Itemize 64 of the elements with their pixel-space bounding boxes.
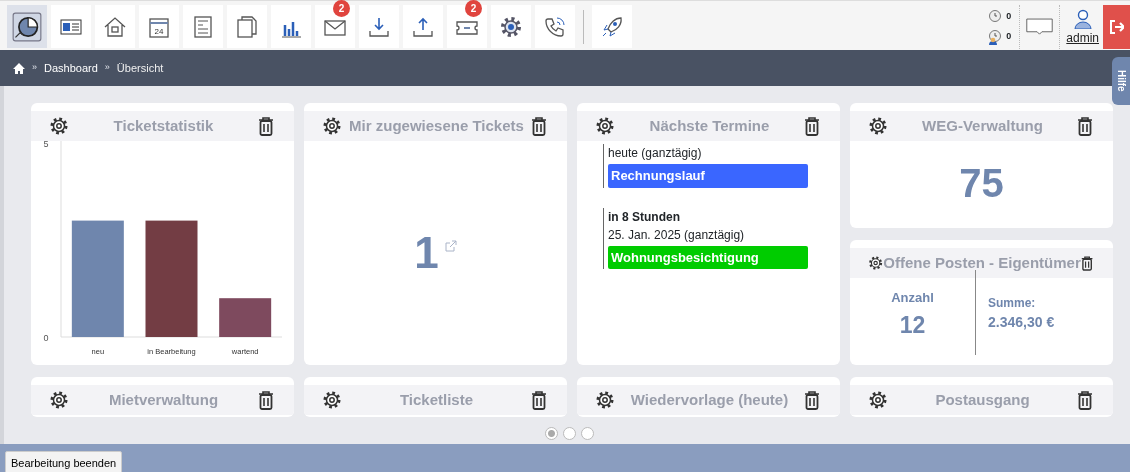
- logout-button[interactable]: [1103, 5, 1130, 49]
- settings-icon[interactable]: [868, 390, 888, 410]
- counter-value: 0: [1006, 30, 1012, 44]
- notification-badge: 2: [465, 0, 482, 17]
- toolbar-button[interactable]: 2: [447, 1, 487, 48]
- toolbar-button[interactable]: 2: [315, 1, 355, 48]
- axis-label: 5: [43, 141, 49, 149]
- trash-icon[interactable]: [258, 390, 274, 410]
- settings-icon[interactable]: [322, 116, 342, 136]
- widget-title: Nächste Termine: [649, 115, 770, 136]
- speech-bubble-icon: [1026, 16, 1054, 38]
- widget-title: Wiedervorlage (heute): [630, 389, 789, 410]
- logout-icon: [1109, 20, 1124, 34]
- settings-icon[interactable]: [322, 390, 342, 410]
- axis-label: 0: [43, 333, 49, 343]
- breadcrumb-link[interactable]: Dashboard: [44, 59, 98, 77]
- sum-value: 2.346,30 €: [988, 313, 1056, 332]
- page-dot[interactable]: [581, 427, 594, 440]
- widget-title: Offene Posten - Eigentümer: [883, 252, 1081, 273]
- trash-icon[interactable]: [1077, 390, 1093, 410]
- widget-title: Postausgang: [935, 389, 1030, 410]
- clock-icon[interactable]: [986, 9, 1003, 25]
- trash-icon[interactable]: [804, 390, 820, 410]
- count-label: Anzahl: [891, 289, 934, 307]
- trash-icon[interactable]: [531, 116, 547, 136]
- page-dot[interactable]: [545, 427, 558, 440]
- event-date: 25. Jan. 2025 (ganztägig): [608, 226, 746, 244]
- widget-title: Mietverwaltung: [108, 389, 219, 410]
- home-icon: [13, 63, 25, 75]
- settings-icon[interactable]: [595, 116, 615, 136]
- documents-icon: [234, 13, 260, 40]
- sum-label: Summe:: [988, 295, 1037, 312]
- person-clock-icon[interactable]: [986, 29, 1003, 45]
- trash-icon[interactable]: [1080, 253, 1093, 273]
- notification-badge: 2: [333, 0, 350, 17]
- widget-title: WEG-Verwaltung: [922, 115, 1043, 136]
- ticket-count: 1: [414, 227, 439, 279]
- end-editing-button[interactable]: Bearbeitung beenden: [5, 451, 123, 472]
- widget-title: Ticketstatistik: [113, 115, 214, 136]
- user-link[interactable]: admin: [1066, 29, 1099, 47]
- settings-icon[interactable]: [49, 390, 69, 410]
- event-bar[interactable]: Rechnungslauf: [608, 164, 808, 188]
- user-icon: [1072, 9, 1093, 29]
- breadcrumb-separator: »: [104, 61, 110, 75]
- trash-icon[interactable]: [258, 116, 274, 136]
- chart-bar: [219, 298, 272, 337]
- settings-icon[interactable]: [49, 116, 69, 136]
- settings-icon[interactable]: [868, 116, 888, 136]
- big-number: 75: [959, 160, 1004, 207]
- event-date: heute (ganztägig): [608, 145, 703, 162]
- breadcrumb-current: Übersicht: [116, 60, 164, 76]
- count-value: 12: [899, 310, 926, 340]
- page-dot[interactable]: [563, 427, 576, 440]
- help-tab[interactable]: Hilfe: [1112, 57, 1130, 105]
- event-relative-time: in 8 Stunden: [608, 208, 681, 226]
- dashboard-icon: [12, 11, 42, 42]
- trash-icon[interactable]: [1077, 116, 1093, 136]
- widget-title: Ticketliste: [399, 389, 474, 410]
- settings-icon[interactable]: [595, 390, 615, 410]
- counter-value: 0: [1006, 10, 1012, 24]
- breadcrumb-separator: »: [32, 61, 37, 75]
- trash-icon[interactable]: [804, 116, 820, 136]
- trash-icon[interactable]: [531, 390, 547, 410]
- widget-title: Mir zugewiesene Tickets: [349, 115, 524, 136]
